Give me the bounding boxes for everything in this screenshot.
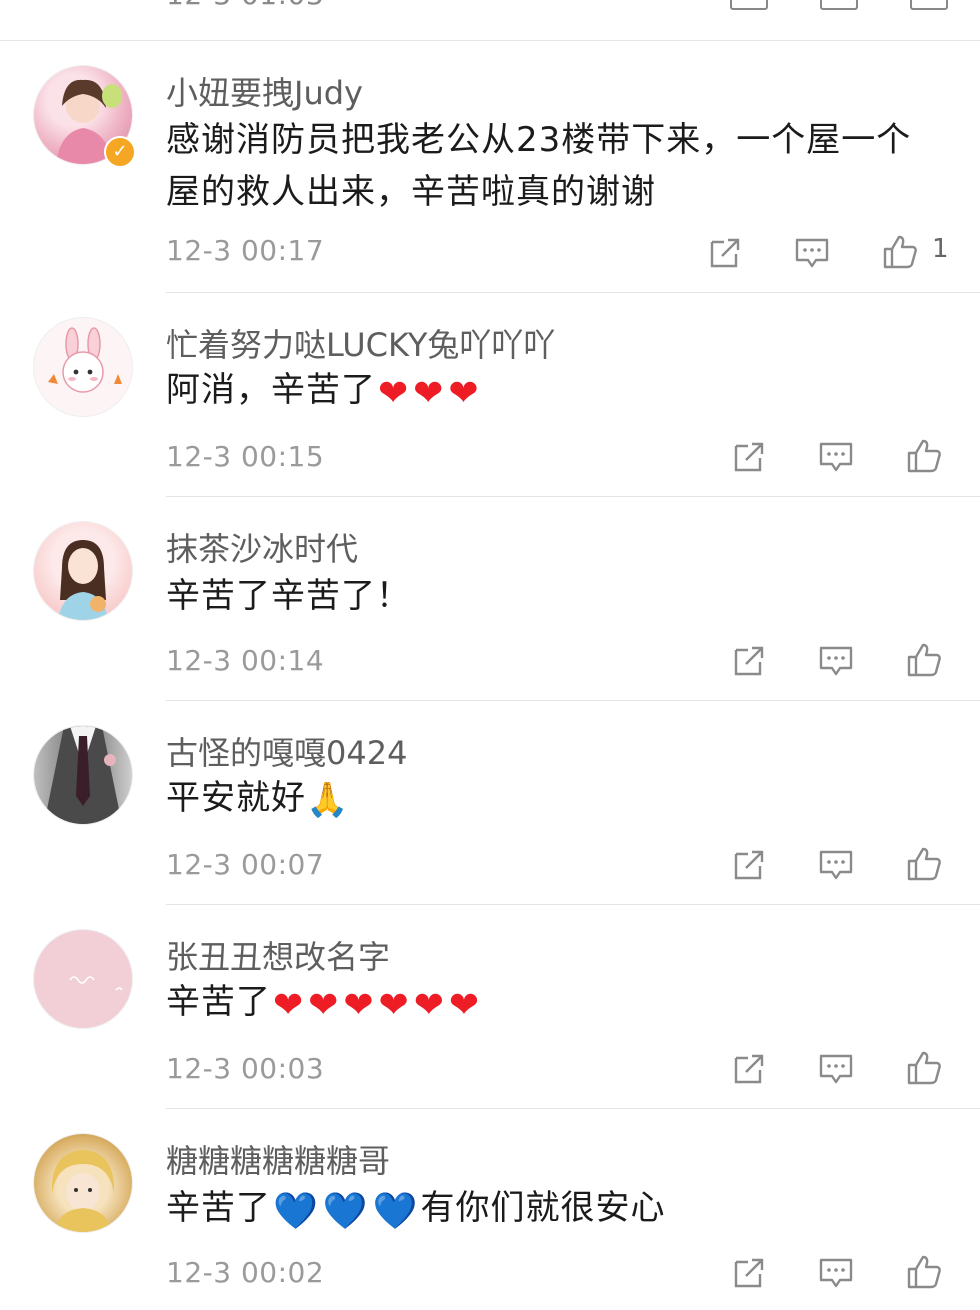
username[interactable]: 糖糖糖糖糖糖哥 (166, 1136, 390, 1182)
red-heart-emoji: ❤ (413, 985, 445, 1026)
comment-text: 辛苦了辛苦了！ (166, 576, 411, 616)
blue-heart-emoji: 💙 (372, 1191, 419, 1232)
comment-text-line: 屋的救人出来，辛苦啦真的谢谢 (166, 172, 656, 212)
action-bar (724, 844, 964, 884)
comment-text-body: 平安就好 (166, 778, 306, 818)
comment-icon[interactable] (816, 436, 856, 476)
repost-icon[interactable] (728, 436, 768, 476)
timestamp: 12-3 00:02 (166, 1256, 325, 1289)
thumbs-up-icon[interactable] (904, 1048, 944, 1088)
timestamp: 12-3 00:15 (166, 440, 325, 473)
divider (166, 292, 980, 293)
repost-icon[interactable] (728, 1252, 768, 1292)
avatar[interactable] (34, 1134, 132, 1232)
username[interactable]: 忙着努力哒LUCKY兔吖吖吖 (166, 320, 555, 366)
red-heart-emoji: ❤ (273, 985, 305, 1026)
avatar[interactable] (34, 318, 132, 416)
avatar[interactable] (34, 522, 132, 620)
thumbs-up-icon[interactable] (904, 640, 944, 680)
red-heart-emoji: ❤ (448, 985, 481, 1026)
action-bar: 1 (700, 232, 960, 272)
repost-icon[interactable] (728, 1048, 768, 1088)
comment-icon[interactable] (816, 844, 856, 884)
thumbs-up-icon[interactable] (880, 232, 920, 272)
comment-icon[interactable] (792, 232, 832, 272)
username[interactable]: 小妞要拽Judy (166, 68, 363, 114)
praying-hands-emoji: 🙏 (306, 780, 350, 820)
partial-actions (730, 0, 960, 16)
comment-icon[interactable] (816, 1252, 856, 1292)
timestamp: 12-3 00:07 (166, 848, 325, 881)
blue-heart-emoji: 💙 (322, 1191, 369, 1232)
comment-text: 辛苦了❤ ❤ ❤ ❤ ❤ ❤ (166, 976, 936, 1028)
thumbs-up-icon[interactable] (904, 1252, 944, 1292)
comment-text: 平安就好🙏 (166, 772, 936, 826)
comment-text-body: 有你们就很安心 (420, 1188, 666, 1228)
action-bar (724, 1252, 964, 1292)
comment-text-body: 阿消，辛苦了 (166, 370, 376, 410)
red-heart-emoji: ❤ (413, 373, 445, 414)
comment-text-body: 辛苦了 (166, 1188, 271, 1228)
thumbs-up-icon[interactable] (910, 0, 948, 10)
verified-badge-icon: ✓ (104, 136, 136, 168)
repost-icon[interactable] (728, 640, 768, 680)
comment-icon[interactable] (820, 0, 858, 10)
comment-text-body: 辛苦了 (166, 982, 271, 1022)
comment-icon[interactable] (816, 640, 856, 680)
divider (166, 1108, 980, 1109)
red-heart-emoji: ❤ (378, 985, 410, 1026)
comment-icon[interactable] (816, 1048, 856, 1088)
comment-text: 感谢消防员把我老公从23楼带下来，一个屋一个 屋的救人出来，辛苦啦真的谢谢 (166, 114, 936, 218)
timestamp: 12-3 00:03 (166, 1052, 325, 1085)
red-heart-emoji: ❤ (448, 373, 480, 414)
red-heart-emoji: ❤ (378, 373, 410, 414)
comment-text-line: 感谢消防员把我老公从23楼带下来，一个屋一个 (166, 120, 912, 160)
red-heart-emoji: ❤ (343, 985, 375, 1026)
username[interactable]: 抹茶沙冰时代 (166, 524, 358, 570)
avatar[interactable] (34, 726, 132, 824)
thumbs-up-icon[interactable] (904, 844, 944, 884)
timestamp: 12-3 00:17 (166, 234, 325, 267)
repost-icon[interactable] (704, 232, 744, 272)
partial-timestamp: 12-3 01:03 (166, 0, 324, 11)
divider (166, 700, 980, 701)
action-bar (724, 436, 964, 476)
like-count: 1 (932, 234, 949, 264)
repost-icon[interactable] (730, 0, 768, 10)
action-bar (724, 1048, 964, 1088)
username[interactable]: 古怪的嘎嘎0424 (166, 728, 407, 774)
repost-icon[interactable] (728, 844, 768, 884)
comment-text: 阿消，辛苦了❤ ❤ ❤ (166, 364, 936, 416)
divider (166, 496, 980, 497)
comment-text: 辛苦了💙 💙 💙有你们就很安心 (166, 1182, 936, 1234)
username[interactable]: 张丑丑想改名字 (166, 932, 390, 978)
timestamp: 12-3 00:14 (166, 644, 325, 677)
thumbs-up-icon[interactable] (904, 436, 944, 476)
action-bar (724, 640, 964, 680)
avatar[interactable] (34, 930, 132, 1028)
blue-heart-emoji: 💙 (273, 1191, 319, 1232)
divider (166, 904, 980, 905)
red-heart-emoji: ❤ (308, 985, 340, 1026)
